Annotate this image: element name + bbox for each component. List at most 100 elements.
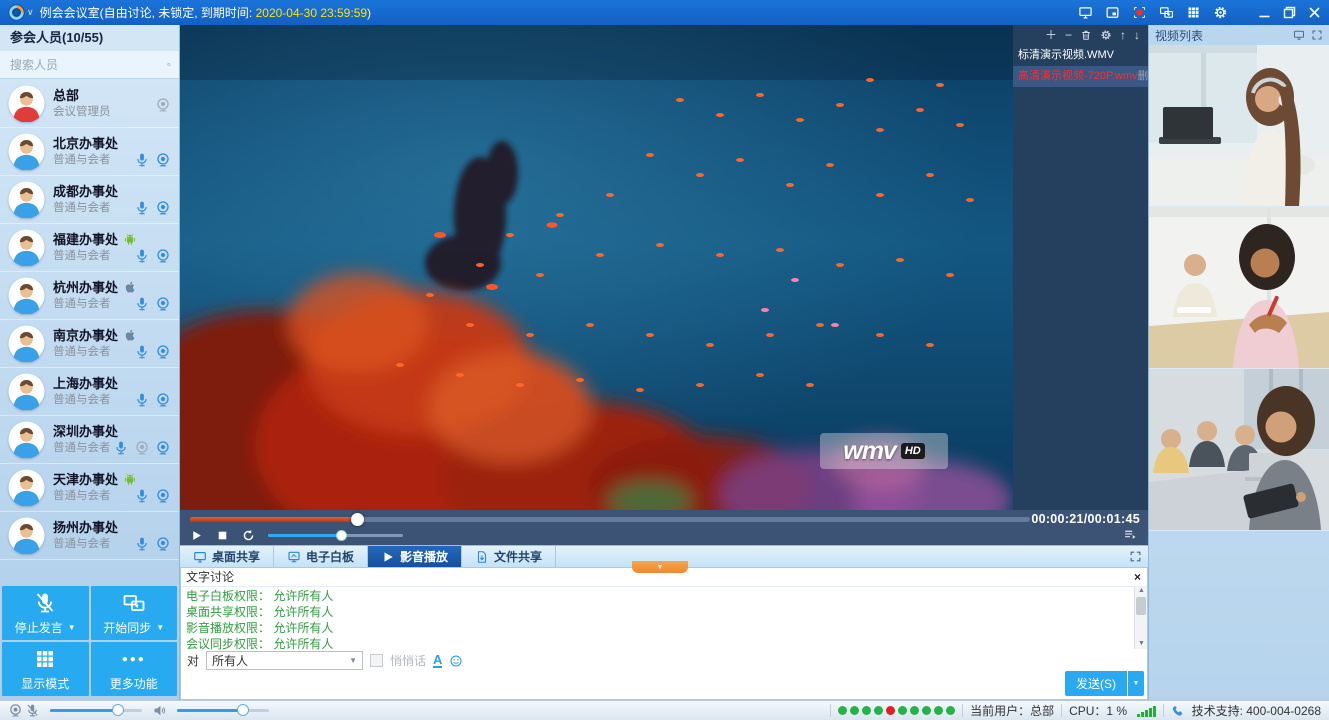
play-button[interactable]	[190, 529, 203, 542]
smiley-icon[interactable]	[449, 654, 463, 668]
delete-link[interactable]: 删除	[1138, 66, 1148, 87]
window-layout-icon[interactable]	[1105, 5, 1120, 20]
mic-icon[interactable]	[134, 392, 150, 408]
settings-gear-icon[interactable]	[1213, 5, 1228, 20]
mic-icon[interactable]	[134, 536, 150, 552]
send-button[interactable]: 发送(S) ▼	[1065, 671, 1144, 696]
video-feed[interactable]	[1149, 369, 1329, 531]
participant-row[interactable]: 扬州办事处 普通与会者	[0, 512, 179, 560]
camera-volume-slider[interactable]	[50, 709, 142, 712]
recipient-select[interactable]: 所有人▼	[206, 651, 363, 670]
participant-row[interactable]: 总部 会议管理员	[0, 80, 179, 128]
seek-bar[interactable]	[190, 517, 1030, 522]
participant-role: 普通与会者	[53, 200, 134, 216]
scroll-down-icon[interactable]: ▼	[1135, 639, 1148, 649]
mic-icon[interactable]	[134, 296, 150, 312]
camera-icon[interactable]	[155, 440, 171, 456]
whisper-checkbox[interactable]	[370, 654, 383, 667]
volume-handle[interactable]	[336, 530, 347, 541]
mic-icon[interactable]	[134, 488, 150, 504]
expand-icon[interactable]	[1311, 29, 1323, 41]
send-options-caret[interactable]: ▼	[1128, 671, 1144, 696]
camera-icon[interactable]	[155, 488, 171, 504]
screen-cast-icon[interactable]	[1159, 5, 1174, 20]
camera-icon[interactable]	[155, 392, 171, 408]
media-play-icon	[381, 550, 395, 564]
camera-icon[interactable]	[155, 152, 171, 168]
mic-icon[interactable]	[134, 344, 150, 360]
camera-icon[interactable]	[155, 97, 171, 113]
mic-off-icon[interactable]	[25, 703, 40, 718]
stop-speaking-button[interactable]: 停止发言▼	[2, 586, 89, 640]
close-button[interactable]	[1308, 6, 1321, 19]
scroll-thumb[interactable]	[1136, 597, 1146, 615]
video-feed[interactable]	[1149, 207, 1329, 369]
participant-row[interactable]: 杭州办事处 普通与会者	[0, 272, 179, 320]
speaker-volume-slider[interactable]	[177, 709, 269, 712]
camera-icon[interactable]	[155, 296, 171, 312]
replay-button[interactable]	[242, 529, 255, 542]
camera-disabled-icon[interactable]	[134, 440, 150, 456]
participant-row[interactable]: 成都办事处 普通与会者	[0, 176, 179, 224]
dropdown-caret[interactable]: ▼	[156, 623, 164, 632]
maximize-button[interactable]	[1283, 6, 1296, 19]
record-icon[interactable]	[1132, 5, 1147, 20]
trash-icon[interactable]	[1080, 29, 1092, 41]
participant-row[interactable]: 北京办事处 普通与会者	[0, 128, 179, 176]
settings-gear-icon[interactable]	[1100, 29, 1112, 41]
slider-handle[interactable]	[112, 704, 124, 716]
camera-icon[interactable]	[155, 344, 171, 360]
move-up-icon[interactable]: ↑	[1120, 25, 1126, 45]
playlist-icon[interactable]	[1122, 528, 1138, 541]
camera-icon[interactable]	[155, 200, 171, 216]
mic-icon[interactable]	[134, 200, 150, 216]
participant-row[interactable]: 上海办事处 普通与会者	[0, 368, 179, 416]
participant-row[interactable]: 天津办事处 普通与会者	[0, 464, 179, 512]
tab-media-playback[interactable]: 影音播放	[368, 546, 462, 567]
signal-bars-icon	[1137, 705, 1156, 717]
slider-handle[interactable]	[237, 704, 249, 716]
app-menu-caret[interactable]: ∨	[27, 7, 34, 18]
tab-whiteboard[interactable]: 电子白板	[274, 546, 368, 567]
mic-icon[interactable]	[113, 440, 129, 456]
start-sync-button[interactable]: 开始同步▼	[91, 586, 178, 640]
search-input[interactable]	[8, 54, 167, 76]
chat-close-icon[interactable]: ×	[1134, 568, 1141, 586]
chat-scrollbar[interactable]: ▲ ▼	[1134, 586, 1147, 649]
font-button[interactable]: A	[433, 654, 442, 668]
camera-icon[interactable]	[155, 248, 171, 264]
main-video[interactable]: wmv HD	[180, 25, 1013, 510]
playlist-add-icon[interactable]: ＋	[1045, 25, 1057, 45]
more-functions-button[interactable]: ●●● 更多功能	[91, 642, 178, 696]
search-icon[interactable]	[167, 57, 171, 72]
chat-input-area[interactable]: 发送(S) ▼	[181, 671, 1147, 699]
stop-button[interactable]	[216, 529, 229, 542]
playlist-remove-icon[interactable]: −	[1065, 25, 1072, 45]
playlist-item[interactable]: 标清演示视频.WMV	[1013, 45, 1148, 66]
tab-desktop-share[interactable]: 桌面共享	[180, 546, 274, 567]
current-user-label: 当前用户：总部	[970, 702, 1054, 719]
seek-handle[interactable]	[351, 513, 364, 526]
mic-icon[interactable]	[134, 152, 150, 168]
camera-icon[interactable]	[8, 703, 23, 718]
minimize-button[interactable]	[1258, 6, 1271, 19]
scroll-up-icon[interactable]: ▲	[1135, 586, 1148, 596]
grid-icon[interactable]	[1186, 5, 1201, 20]
participant-row[interactable]: 福建办事处 普通与会者	[0, 224, 179, 272]
speaker-icon[interactable]	[152, 703, 167, 718]
display-mode-button[interactable]: 显示模式	[2, 642, 89, 696]
video-feed[interactable]	[1149, 45, 1329, 207]
volume-slider[interactable]	[268, 534, 403, 537]
monitor-icon[interactable]	[1293, 29, 1305, 41]
mic-icon[interactable]	[134, 248, 150, 264]
move-down-icon[interactable]: ↓	[1134, 25, 1140, 45]
playlist-item-selected[interactable]: 高清演示视频-720P.wmv删除	[1013, 66, 1148, 87]
tab-file-share[interactable]: 文件共享	[462, 546, 556, 567]
chat-collapse-handle[interactable]: ▼	[632, 561, 688, 573]
desktop-icon[interactable]	[1078, 5, 1093, 20]
dropdown-caret[interactable]: ▼	[68, 623, 76, 632]
camera-icon[interactable]	[155, 536, 171, 552]
expand-icon[interactable]	[1129, 550, 1142, 563]
participant-row[interactable]: 南京办事处 普通与会者	[0, 320, 179, 368]
participant-row[interactable]: 深圳办事处 普通与会者	[0, 416, 179, 464]
